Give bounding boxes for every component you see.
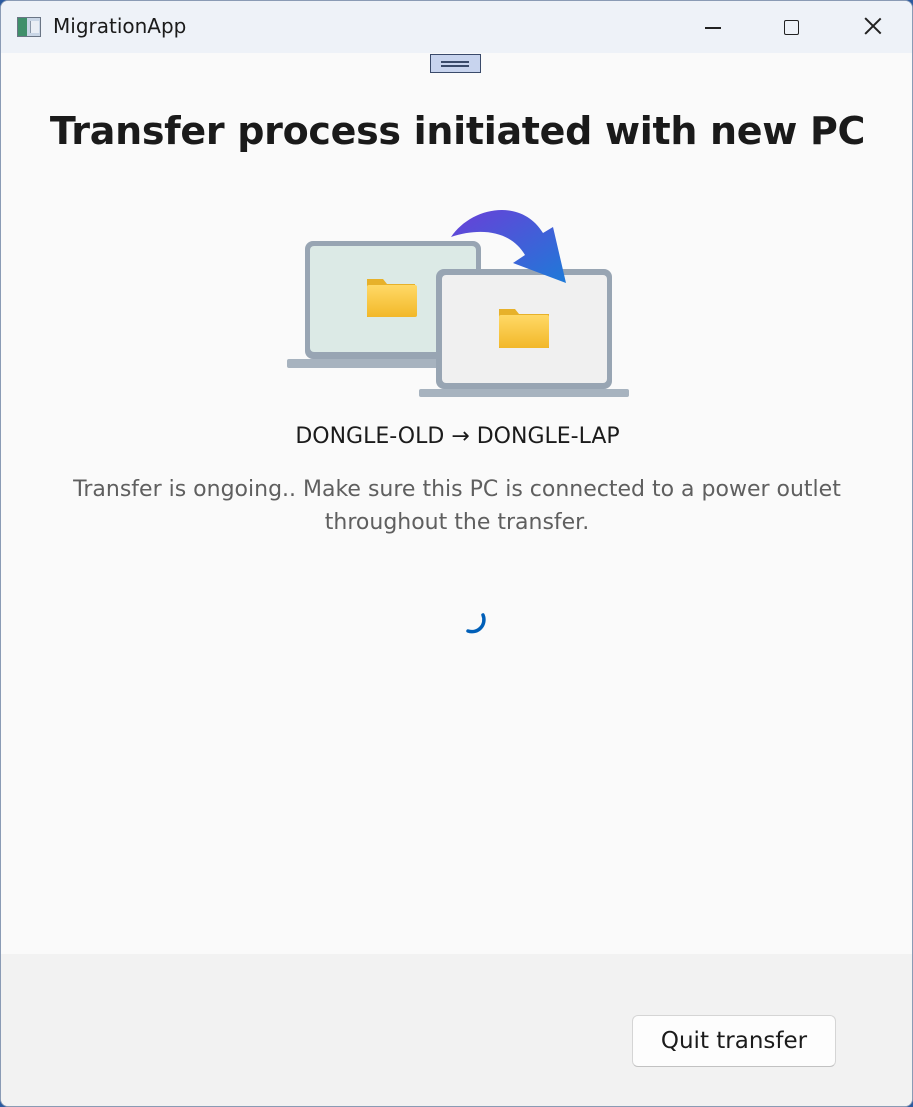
app-icon — [17, 17, 41, 37]
status-message: Transfer is ongoing.. Make sure this PC … — [73, 477, 841, 535]
quit-transfer-button[interactable]: Quit transfer — [632, 1015, 836, 1067]
transfer-illustration — [287, 209, 629, 397]
close-icon — [862, 15, 884, 37]
app-window: MigrationApp Transfer process initiated … — [0, 0, 913, 1107]
maximize-icon — [784, 20, 799, 35]
title-bar[interactable]: MigrationApp — [1, 1, 912, 53]
maximize-button[interactable] — [751, 1, 831, 53]
progress-spinner-icon — [466, 613, 486, 634]
window-title: MigrationApp — [53, 14, 187, 38]
minimize-icon — [705, 27, 721, 29]
close-button[interactable] — [832, 1, 912, 53]
minimize-button[interactable] — [671, 1, 751, 53]
drag-handle[interactable] — [430, 54, 481, 73]
page-title: Transfer process initiated with new PC — [49, 109, 866, 153]
new-laptop-icon — [419, 269, 629, 397]
device-pair-label: DONGLE-OLD → DONGLE-LAP — [295, 424, 620, 449]
